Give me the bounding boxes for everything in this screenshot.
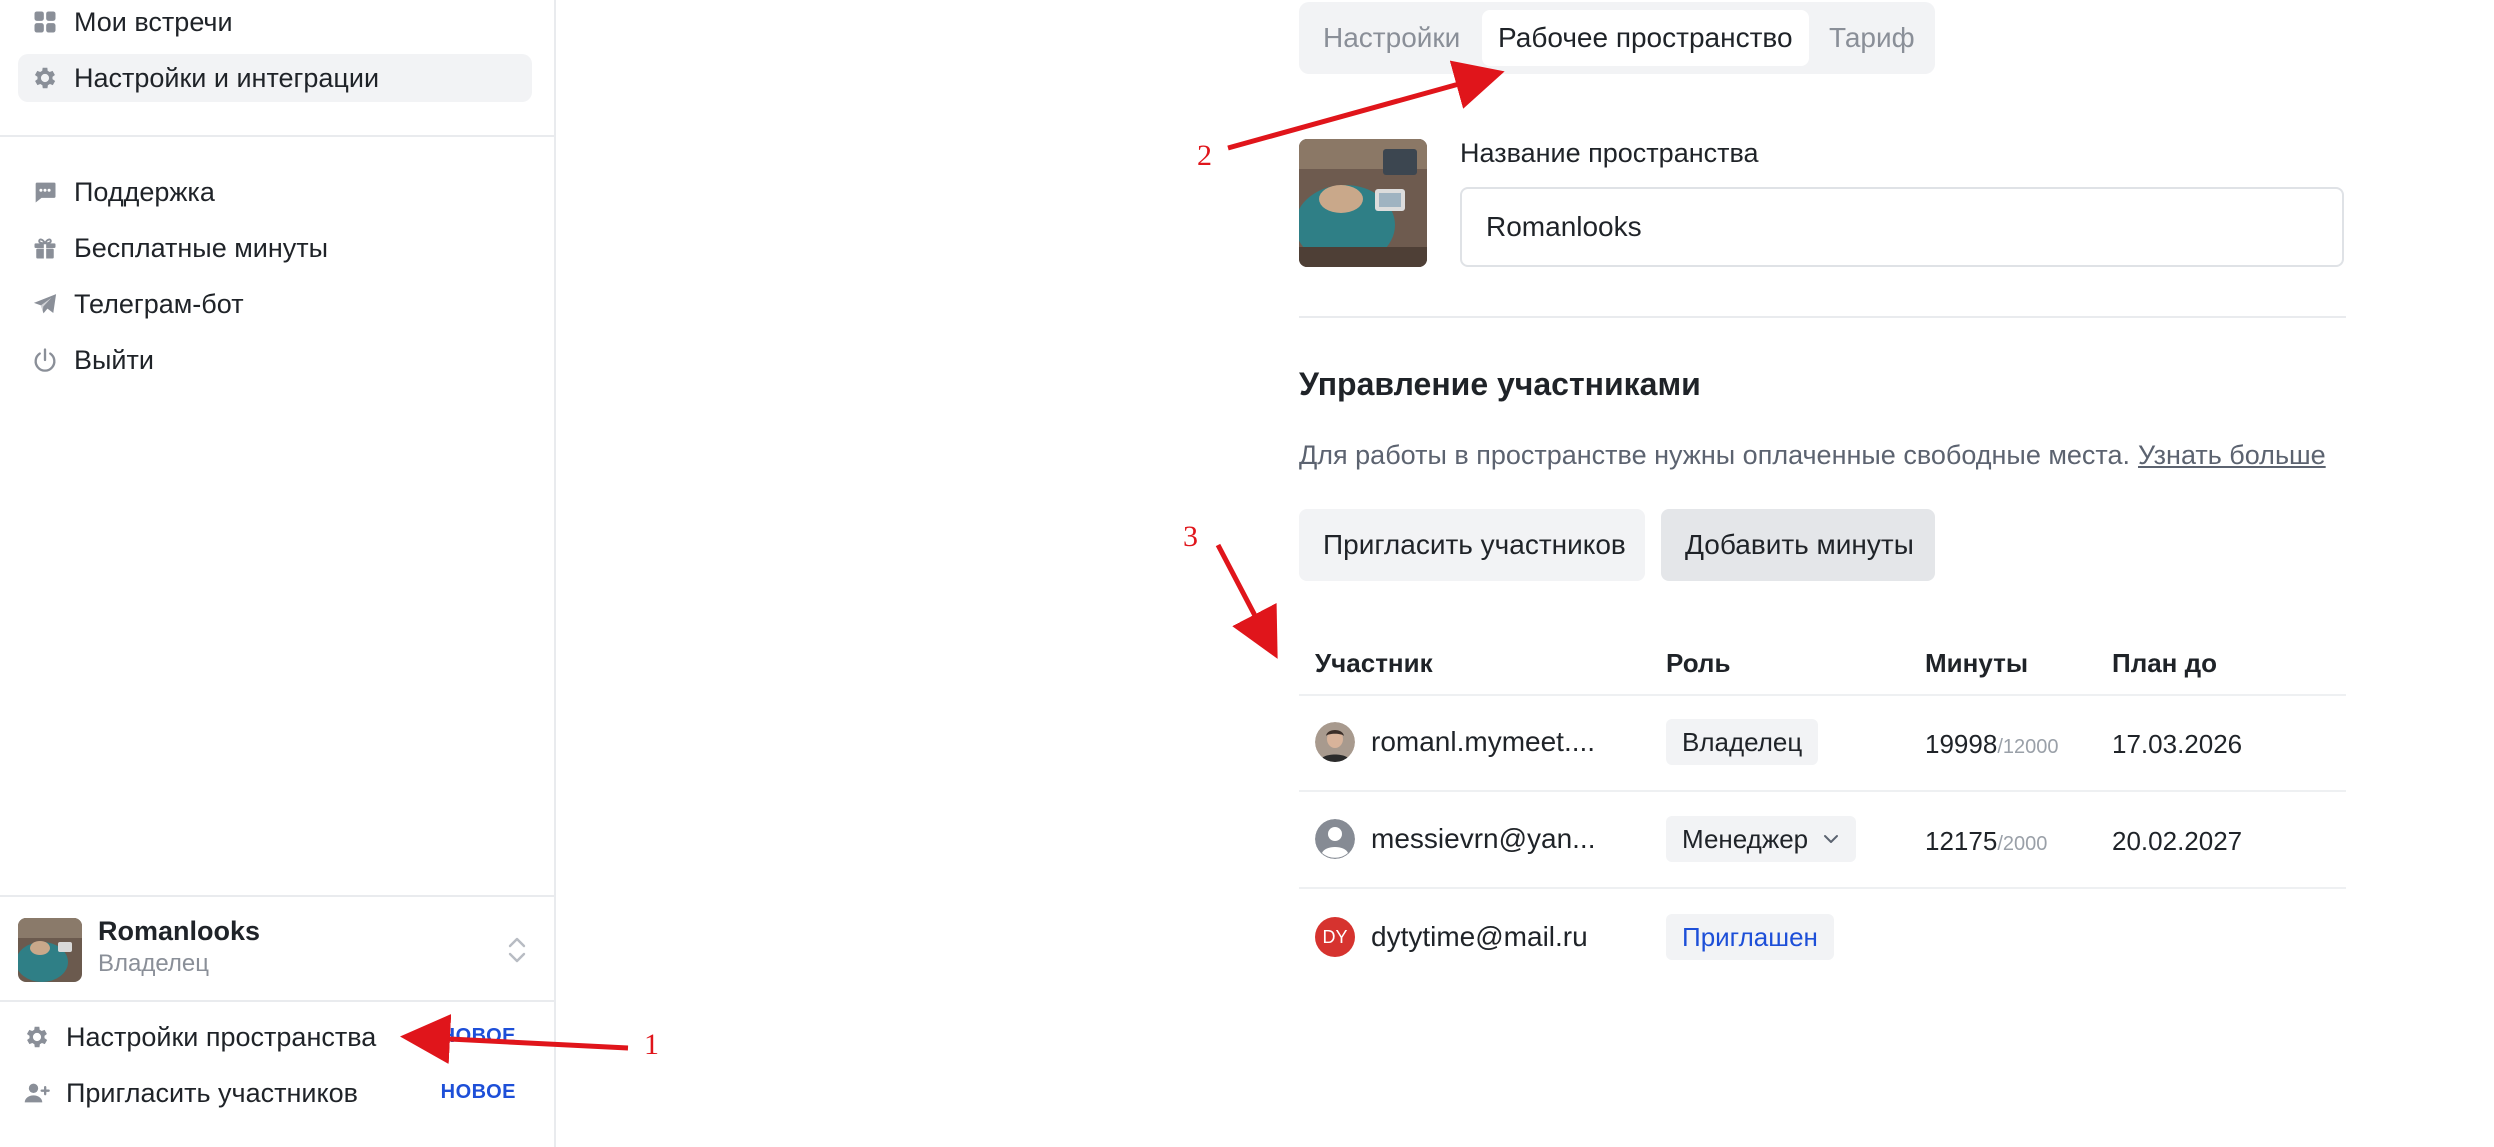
gear-icon (22, 1022, 52, 1052)
workspace-role: Владелец (98, 950, 210, 977)
sidebar-item-space-settings[interactable]: Настройки пространства НОВОЕ (10, 1013, 540, 1061)
annotation-number-1: 1 (644, 1028, 659, 1061)
chat-bubble-icon (30, 177, 60, 207)
table-row-divider (1299, 790, 2346, 792)
chevron-down-icon (1824, 835, 1839, 843)
table-row-divider (1299, 887, 2346, 889)
sidebar-item-invite-members[interactable]: Пригласить участников НОВОЕ (10, 1069, 540, 1117)
member-email: romanl.mymeet.... (1371, 726, 1596, 757)
sidebar-item-settings-integrations[interactable]: Настройки и интеграции (18, 54, 532, 102)
invite-members-button[interactable]: Пригласить участников (1299, 509, 1645, 581)
sidebar-item-my-meetings[interactable]: Мои встречи (18, 0, 532, 46)
minutes-total: /12000 (1997, 736, 2059, 758)
minutes-total: /2000 (1997, 833, 2048, 855)
new-badge: НОВОЕ (440, 1025, 516, 1047)
column-header-role: Роль (1666, 648, 1731, 678)
sidebar-divider (0, 135, 554, 137)
sidebar-item-label: Мои встречи (74, 6, 233, 37)
workspace-name: Romanlooks (98, 916, 261, 946)
minutes-value: 12175/2000 (1925, 826, 2047, 857)
add-user-icon (22, 1078, 52, 1108)
annotation-arrow-2 (1227, 60, 1505, 151)
role-dropdown[interactable]: Менеджер (1666, 816, 1857, 862)
minutes-used: 19998 (1925, 729, 1998, 759)
column-header-plan-until: План до (2112, 648, 2217, 678)
sidebar-item-logout[interactable]: Выйти (18, 336, 532, 384)
plan-until-date: 20.02.2027 (2112, 826, 2243, 856)
invited-status-badge: Приглашен (1666, 914, 1834, 960)
sidebar-item-label: Бесплатные минуты (74, 232, 329, 263)
member-email: dytytime@mail.ru (1371, 921, 1588, 952)
sidebar-item-label: Настройки и интеграции (74, 62, 380, 93)
sidebar-item-label: Выйти (74, 344, 154, 375)
member-email: messievrn@yan... (1371, 823, 1596, 854)
new-badge: НОВОЕ (440, 1081, 516, 1103)
chevron-up-down-icon[interactable] (502, 930, 532, 970)
table-row-divider (1299, 694, 2346, 696)
members-description: Для работы в пространстве нужны оплаченн… (1299, 440, 2326, 471)
sidebar-item-label: Пригласить участников (66, 1077, 358, 1108)
workspace-name-input[interactable] (1460, 187, 2344, 267)
section-divider (1299, 316, 2346, 318)
sidebar-item-label: Поддержка (74, 176, 215, 207)
telegram-icon (30, 289, 60, 319)
sidebar-divider (0, 1000, 554, 1002)
tab-workspace[interactable]: Рабочее пространство (1482, 10, 1809, 66)
column-header-minutes: Минуты (1925, 648, 2029, 678)
role-label: Менеджер (1682, 824, 1809, 854)
add-minutes-button[interactable]: Добавить минуты (1661, 509, 1935, 581)
sidebar-item-free-minutes[interactable]: Бесплатные минуты (18, 224, 532, 272)
sidebar-item-support[interactable]: Поддержка (18, 168, 532, 216)
tab-tariff[interactable]: Тариф (1813, 10, 1931, 66)
members-section-title: Управление участниками (1299, 366, 1701, 402)
power-icon (30, 345, 60, 375)
column-header-member: Участник (1315, 648, 1433, 678)
avatar (1315, 722, 1355, 762)
gift-icon (30, 233, 60, 263)
role-badge: Владелец (1666, 719, 1819, 765)
table-row-member: romanl.mymeet.... (1315, 722, 1595, 762)
workspace-cover-image[interactable] (1299, 139, 1427, 267)
minutes-used: 12175 (1925, 826, 1998, 856)
plan-until-date: 17.03.2026 (2112, 729, 2243, 759)
sidebar-divider (0, 895, 554, 897)
annotation-number-2: 2 (1197, 139, 1212, 172)
sidebar: Мои встречи Настройки и интеграции Подде… (0, 0, 556, 1147)
gear-icon (30, 63, 60, 93)
annotation-arrow-3 (1215, 543, 1278, 659)
avatar-initials: DY (1315, 917, 1355, 957)
workspace-name-label: Название пространства (1460, 138, 1759, 168)
table-row-member: messievrn@yan... (1315, 819, 1596, 859)
table-row-member: DY dytytime@mail.ru (1315, 917, 1588, 957)
sidebar-item-telegram-bot[interactable]: Телеграм-бот (18, 280, 532, 328)
default-user-icon (1315, 819, 1355, 859)
sidebar-item-label: Настройки пространства (66, 1021, 377, 1052)
role-label: Владелец (1682, 727, 1803, 757)
members-description-text: Для работы в пространстве нужны оплаченн… (1299, 440, 2131, 470)
tab-settings[interactable]: Настройки (1307, 10, 1476, 66)
settings-tabs: Настройки Рабочее пространство Тариф (1299, 2, 1935, 74)
role-label: Приглашен (1682, 922, 1818, 952)
sidebar-item-label: Телеграм-бот (74, 288, 244, 319)
learn-more-link[interactable]: Узнать больше (2138, 440, 2326, 470)
workspace-avatar[interactable] (18, 918, 82, 982)
grid-icon (30, 7, 60, 37)
minutes-value: 19998/12000 (1925, 729, 2058, 760)
annotation-number-3: 3 (1183, 520, 1198, 553)
